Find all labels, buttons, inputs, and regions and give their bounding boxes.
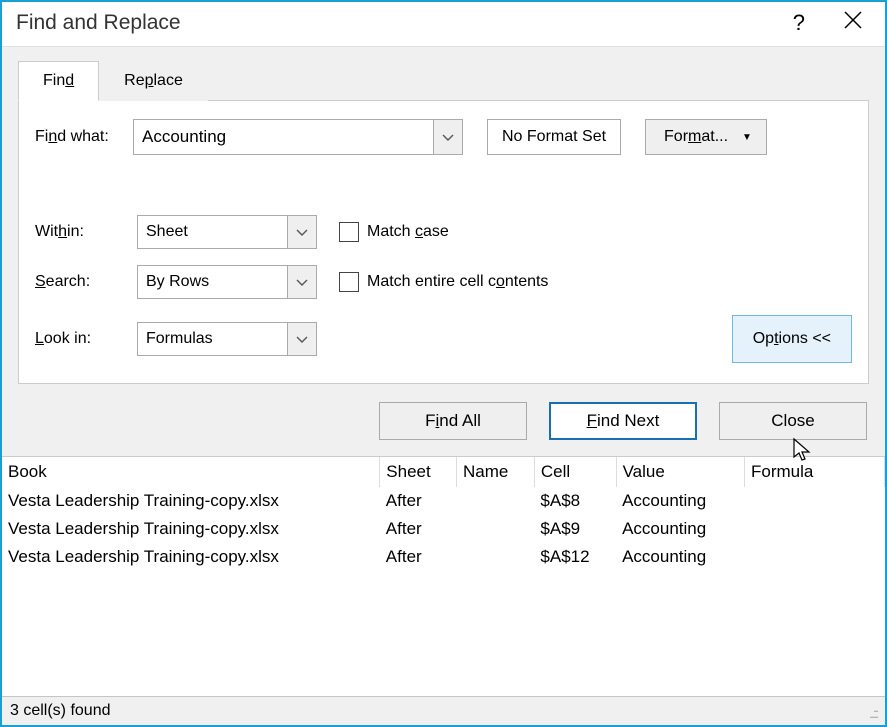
cell-value: Accounting (616, 487, 744, 515)
col-value[interactable]: Value (616, 457, 744, 487)
chevron-down-icon (296, 331, 308, 348)
cell-book: Vesta Leadership Training-copy.xlsx (2, 487, 380, 515)
title-bar: Find and Replace ? (2, 2, 885, 46)
cell-sheet: After (380, 515, 457, 543)
within-select-value: Sheet (137, 215, 287, 249)
cell-sheet: After (380, 543, 457, 571)
find-next-button[interactable]: Find Next (549, 402, 697, 440)
cell-name (456, 543, 534, 571)
results-header-row: Book Sheet Name Cell Value Formula (2, 457, 885, 487)
cell-cell: $A$12 (534, 543, 616, 571)
find-what-input[interactable] (133, 119, 433, 155)
table-row[interactable]: Vesta Leadership Training-copy.xlsxAfter… (2, 515, 885, 543)
cell-value: Accounting (616, 515, 744, 543)
within-label: Within: (35, 223, 123, 241)
close-icon[interactable] (843, 10, 863, 36)
tabs: Find Replace (18, 61, 869, 101)
look-in-label: Look in: (35, 330, 123, 348)
format-button[interactable]: Format... ▼ (645, 119, 767, 155)
look-in-select-value: Formulas (137, 322, 287, 356)
cell-formula (745, 543, 885, 571)
within-select[interactable] (287, 215, 317, 249)
chevron-down-icon (296, 274, 308, 291)
search-select[interactable] (287, 265, 317, 299)
find-panel: Find what: No Format Set Format... ▼ Wit… (18, 100, 869, 384)
col-name[interactable]: Name (456, 457, 534, 487)
search-label: Search: (35, 273, 123, 291)
match-case-label: Match case (367, 223, 449, 241)
cell-name (456, 487, 534, 515)
dialog-title: Find and Replace (16, 11, 793, 35)
find-all-button[interactable]: Find All (379, 402, 527, 440)
format-status: No Format Set (487, 119, 621, 155)
cell-cell: $A$8 (534, 487, 616, 515)
help-icon[interactable]: ? (793, 10, 805, 36)
table-row[interactable]: Vesta Leadership Training-copy.xlsxAfter… (2, 543, 885, 571)
col-formula[interactable]: Formula (745, 457, 885, 487)
col-cell[interactable]: Cell (534, 457, 616, 487)
tab-replace[interactable]: Replace (99, 61, 208, 101)
results-pane[interactable]: Book Sheet Name Cell Value Formula Vesta… (2, 456, 885, 696)
match-case-checkbox[interactable] (339, 222, 359, 242)
chevron-down-icon (296, 224, 308, 241)
cell-formula (745, 487, 885, 515)
cell-sheet: After (380, 487, 457, 515)
status-bar: 3 cell(s) found ......... (2, 696, 885, 725)
search-select-value: By Rows (137, 265, 287, 299)
find-what-label: Find what: (35, 128, 123, 146)
options-button[interactable]: Options << (732, 315, 852, 363)
col-book[interactable]: Book (2, 457, 380, 487)
find-what-dropdown[interactable] (433, 119, 463, 155)
cell-value: Accounting (616, 543, 744, 571)
chevron-down-icon (442, 129, 454, 146)
cell-formula (745, 515, 885, 543)
col-sheet[interactable]: Sheet (380, 457, 457, 487)
cell-book: Vesta Leadership Training-copy.xlsx (2, 515, 380, 543)
status-text: 3 cell(s) found (10, 702, 111, 720)
match-cell-checkbox[interactable] (339, 272, 359, 292)
caret-down-icon: ▼ (742, 132, 752, 143)
match-cell-label: Match entire cell contents (367, 273, 548, 291)
table-row[interactable]: Vesta Leadership Training-copy.xlsxAfter… (2, 487, 885, 515)
resize-grip-icon[interactable]: ......... (869, 705, 877, 717)
cell-name (456, 515, 534, 543)
look-in-select[interactable] (287, 322, 317, 356)
cell-cell: $A$9 (534, 515, 616, 543)
cell-book: Vesta Leadership Training-copy.xlsx (2, 543, 380, 571)
tab-find[interactable]: Find (18, 61, 99, 101)
results-table: Book Sheet Name Cell Value Formula Vesta… (2, 457, 885, 571)
close-button[interactable]: Close (719, 402, 867, 440)
